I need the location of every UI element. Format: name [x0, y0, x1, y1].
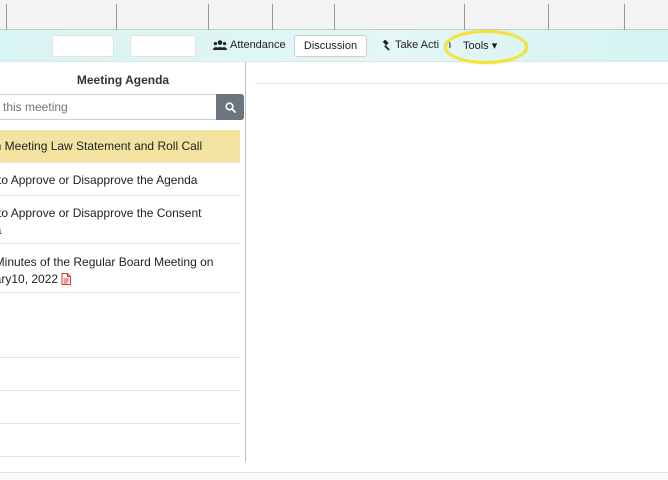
toolbar-button-2[interactable]	[130, 35, 196, 57]
tab-6[interactable]	[464, 4, 548, 30]
search-button[interactable]	[216, 94, 244, 120]
agenda-item-label: . Minutes of the Regular Board Meeting o…	[0, 255, 214, 269]
attendance-button[interactable]: Attendance	[213, 39, 286, 51]
search-icon	[224, 101, 236, 113]
tab-2[interactable]	[116, 4, 208, 30]
agenda-item-label: e to Approve or Disapprove the Agenda	[0, 173, 198, 187]
agenda-item-label-line2: da	[0, 222, 1, 239]
agenda-sidebar: Meeting Agenda en Meeting Law Statement …	[0, 62, 246, 462]
agenda-item-blank-4[interactable]	[0, 424, 240, 457]
discussion-label: Discussion	[303, 40, 358, 52]
agenda-search-input[interactable]	[0, 94, 216, 120]
sidebar-title: Meeting Agenda	[76, 73, 170, 87]
toolbar-button-1[interactable]	[52, 35, 114, 57]
agenda-item-blank-1[interactable]	[0, 293, 240, 358]
meeting-toolbar: Attendance Discussion Take Acti n Tools ▾	[0, 30, 668, 62]
page-footer	[0, 472, 668, 480]
highlight-annotation	[444, 30, 528, 64]
users-icon	[213, 40, 227, 50]
attendance-label: Attendance	[230, 39, 286, 51]
tab-5[interactable]	[334, 4, 464, 30]
agenda-item-label: e to Approve or Disapprove the Consent	[0, 206, 202, 220]
gavel-icon	[382, 39, 390, 50]
take-action-label: Take Acti	[395, 39, 440, 51]
pdf-icon[interactable]	[61, 273, 72, 285]
tab-8[interactable]	[624, 4, 668, 30]
agenda-item-roll-call[interactable]: en Meeting Law Statement and Roll Call	[0, 130, 240, 163]
content-header	[255, 70, 668, 84]
main-content	[247, 62, 668, 462]
tab-7[interactable]	[548, 4, 624, 30]
take-action-button[interactable]: Take Acti n	[381, 39, 451, 51]
agenda-item-blank-3[interactable]	[0, 391, 240, 424]
agenda-item-approve-agenda[interactable]: e to Approve or Disapprove the Agenda	[0, 163, 240, 196]
tab-3[interactable]	[208, 4, 272, 30]
tab-strip	[0, 0, 668, 30]
agenda-item-minutes[interactable]: . Minutes of the Regular Board Meeting o…	[0, 244, 240, 293]
agenda-item-consent-agenda[interactable]: e to Approve or Disapprove the Consent d…	[0, 196, 240, 244]
agenda-item-label: en Meeting Law Statement and Roll Call	[0, 139, 203, 153]
tab-4[interactable]	[272, 4, 334, 30]
tab-1[interactable]	[6, 4, 116, 30]
agenda-item-label-line2: uary10, 2022	[0, 271, 72, 288]
agenda-item-blank-2[interactable]	[0, 358, 240, 391]
agenda-search	[0, 94, 244, 120]
discussion-button[interactable]: Discussion	[294, 35, 367, 57]
